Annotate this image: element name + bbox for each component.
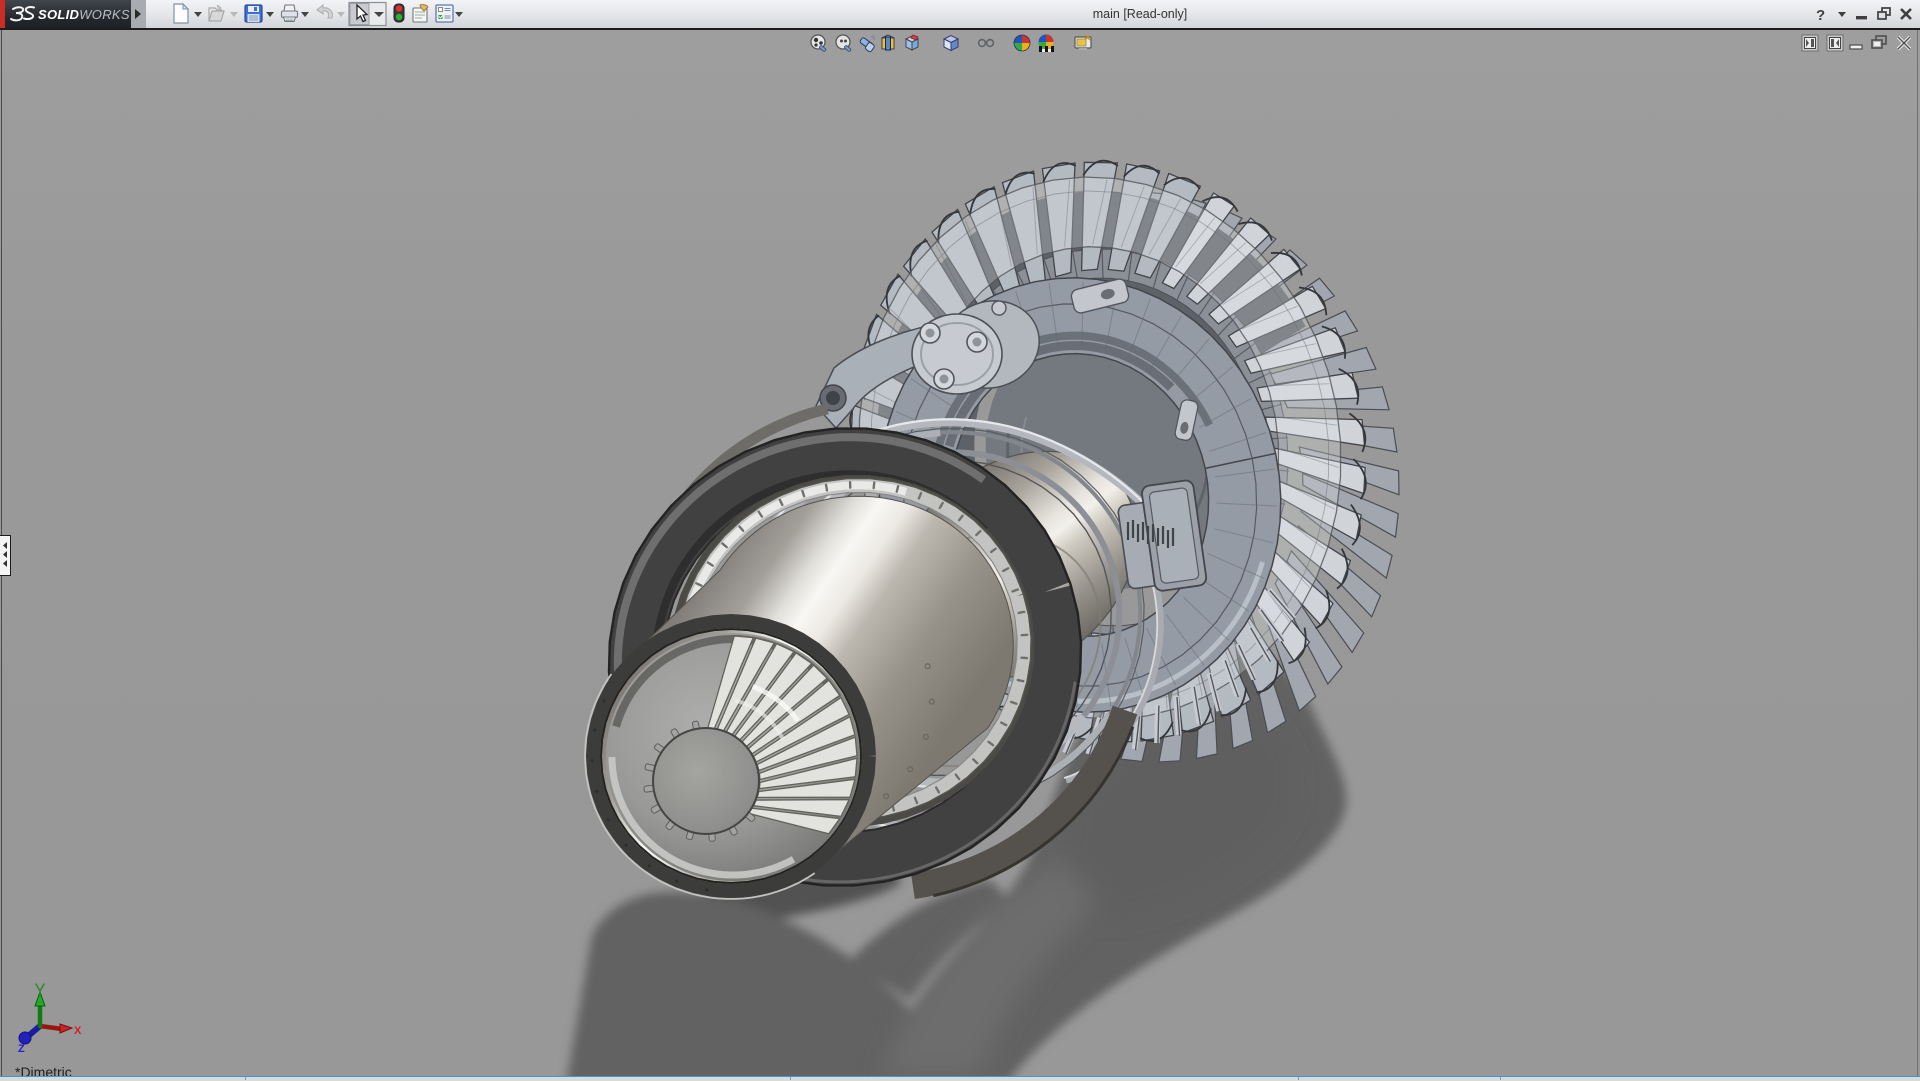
svg-text:X: X	[74, 1025, 82, 1037]
svg-text:Z: Z	[18, 1043, 25, 1055]
